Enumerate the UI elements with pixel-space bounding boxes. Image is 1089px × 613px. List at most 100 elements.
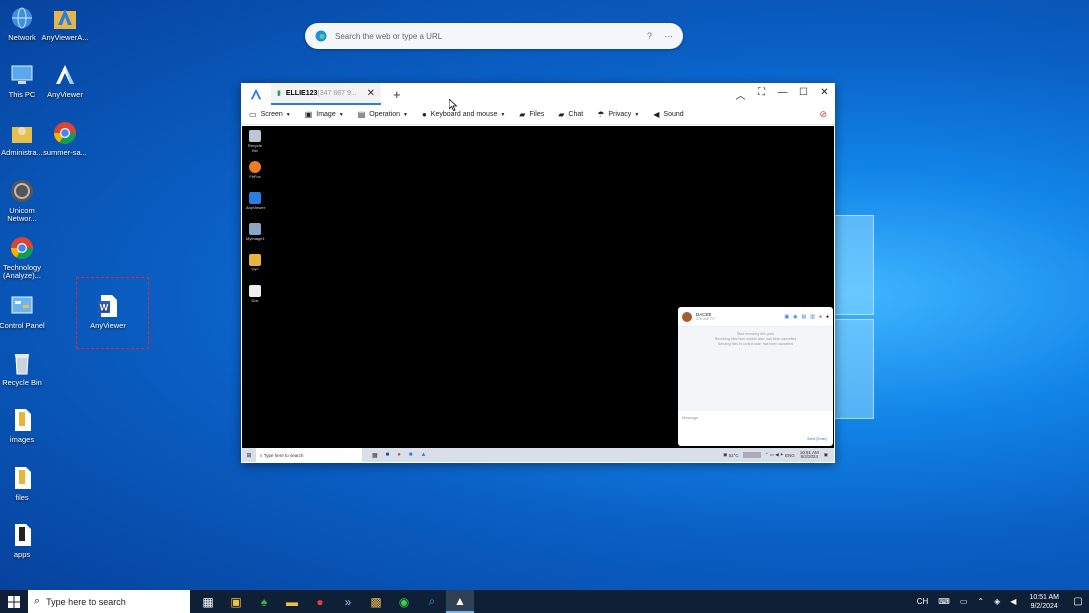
chrome-icon[interactable]: ● — [397, 452, 401, 458]
defender-button[interactable]: ♠ — [250, 590, 278, 613]
close-window-button[interactable]: ✕ — [814, 87, 835, 102]
help-icon[interactable]: ? — [647, 31, 652, 41]
desktop-icon-images[interactable]: images — [0, 407, 50, 444]
network-status-icon[interactable]: ◈ — [994, 597, 1000, 606]
browser-search-bar[interactable]: Search the web or type a URL ? ⋯ — [305, 23, 683, 49]
maximize-button[interactable]: ☐ — [793, 87, 814, 102]
volume-icon[interactable]: ◀ — [1010, 597, 1016, 606]
taskbar-search-box[interactable]: ⌕ Type here to search — [28, 590, 190, 613]
remote-icon-firefox[interactable]: FirFox — [246, 161, 264, 179]
desktop-icon-recycle-bin[interactable]: Recycle Bin — [0, 350, 50, 387]
desktop-icon-apps[interactable]: apps — [0, 522, 50, 559]
remote-icon-pp[interactable]: "PP" — [246, 254, 264, 272]
new-tab-button[interactable]: + — [393, 87, 401, 102]
language-label[interactable]: ENG — [785, 453, 795, 458]
anyviewer-logo-icon — [241, 87, 271, 101]
remote-clock[interactable]: 10:51 AM 9/2/2024 — [800, 450, 819, 459]
desktop-icon-label: apps — [13, 550, 31, 559]
desktop-icon-control-panel[interactable]: Control Panel — [0, 293, 50, 330]
desktop-icon-anyviewer-setup[interactable]: AnyViewerA... — [37, 5, 93, 42]
document-icon — [249, 285, 261, 297]
chat-message-input[interactable]: Message... — [678, 411, 833, 420]
zip-folder-icon — [249, 254, 261, 266]
clock[interactable]: 10:51 AM 9/2/2024 — [1029, 593, 1059, 611]
search-input[interactable]: Search the web or type a URL — [335, 32, 635, 41]
operation-menu[interactable]: ▤ Operation ▼ — [358, 110, 408, 119]
minimize-button[interactable]: — — [772, 87, 793, 102]
start-button[interactable] — [0, 590, 28, 613]
users-icon[interactable]: ◉ — [793, 314, 797, 320]
umbrella-icon: ☂ — [597, 110, 605, 119]
privacy-menu-label: Privacy — [608, 111, 632, 118]
desktop-icon-files[interactable]: files — [0, 465, 50, 502]
terminal-button[interactable]: » — [334, 590, 362, 613]
taskbar-search-placeholder: Type here to search — [46, 596, 126, 607]
privacy-menu[interactable]: ☂ Privacy ▼ — [597, 110, 639, 119]
chat-message: Sending files to control side: has been … — [718, 342, 793, 346]
windows-start-icon[interactable]: ⊞ — [242, 452, 256, 459]
screen-menu[interactable]: ▭ Screen ▼ — [249, 110, 291, 119]
session-id: (347 887 9... — [317, 89, 357, 97]
task-view-icon[interactable]: ▦ — [372, 452, 378, 459]
remote-desktop-view[interactable]: Recycle Bin FirFox AnyViewer MyImage1 "P… — [242, 126, 834, 462]
anyviewer-taskbar-button[interactable]: ▲ — [446, 590, 474, 613]
remote-icon-doc[interactable]: Doc — [246, 285, 264, 303]
store-icon[interactable]: ■ — [386, 452, 390, 458]
explorer-icon[interactable]: ■ — [409, 452, 413, 458]
chat-button[interactable]: ▰ Chat — [558, 110, 583, 119]
image-menu[interactable]: ▣ Image ▼ — [305, 110, 344, 119]
session-tab[interactable]: ▮ ELLIE123 (347 887 9... ✕ — [271, 83, 381, 105]
show-hidden-icons-chevron-icon[interactable]: ⌃ — [977, 597, 984, 606]
zip-folder-icon — [9, 407, 35, 433]
close-icon[interactable]: ● — [826, 314, 829, 320]
notification-center-icon[interactable]: ▢ — [1067, 596, 1089, 607]
folder-icon: ▰ — [519, 110, 526, 119]
anyviewer-icon — [249, 192, 261, 204]
fullscreen-button[interactable]: ⛶ — [751, 87, 772, 102]
screen-share-icon[interactable]: ▣ — [784, 314, 789, 320]
avatar — [682, 311, 692, 322]
windows-start-icon — [8, 595, 20, 608]
desktop-icon-label: images — [9, 435, 35, 444]
photos-button[interactable]: ▩ — [362, 590, 390, 613]
wechat-button[interactable]: ◉ — [390, 590, 418, 613]
keyboard-mouse-menu[interactable]: ● Keyboard and mouse ▼ — [422, 110, 505, 119]
operation-menu-label: Operation — [369, 111, 400, 118]
chrome-button[interactable]: ● — [306, 590, 334, 613]
file-explorer-button[interactable]: ▬ — [278, 590, 306, 613]
folder-icon[interactable]: ▤ — [801, 314, 806, 320]
collapse-toolbar-button[interactable]: ︿ — [730, 87, 751, 102]
files-button[interactable]: ▰ Files — [519, 110, 544, 119]
close-tab-icon[interactable]: ✕ — [367, 88, 375, 99]
chat-icon: ▰ — [558, 110, 565, 119]
remote-icon-recycle-bin[interactable]: Recycle Bin — [246, 130, 264, 153]
desktop-icon-anyviewer-doc[interactable]: W AnyViewer — [80, 293, 136, 330]
search-app-button[interactable]: ⌕ — [418, 590, 446, 613]
send-button[interactable]: Send (Enter) — [807, 437, 827, 441]
remote-search-box[interactable]: ⌕ Type here to search — [256, 448, 362, 462]
clipboard-icon[interactable]: ▥ — [810, 314, 815, 320]
anyviewer-toolbar: ▭ Screen ▼ ▣ Image ▼ ▤ Operation ▼ ● Keyboard a… — [241, 105, 835, 125]
mouse-cursor-icon — [449, 99, 457, 111]
store-button[interactable]: ▣ — [222, 590, 250, 613]
disconnect-icon[interactable]: ⊘ — [819, 109, 827, 120]
task-view-button[interactable]: ▦ — [194, 590, 222, 613]
tray-icons[interactable]: ⌃ ▭ ◀ ✦ — [765, 452, 785, 458]
desktop-icon-chrome-summer[interactable]: summer-sa... — [37, 120, 93, 157]
remote-icon-anyviewer[interactable]: AnyViewer — [246, 192, 265, 210]
desktop-icon-unicom[interactable]: Unicom Networ... — [0, 178, 50, 223]
desktop-icon-technology[interactable]: Technology (Analyze)... — [0, 235, 50, 280]
chevron-down-icon: ▼ — [634, 111, 640, 118]
battery-icon[interactable]: ▭ — [960, 597, 968, 606]
more-icon[interactable]: ⋯ — [664, 31, 673, 42]
recycle-bin-icon — [9, 350, 35, 376]
end-session-icon[interactable]: ● — [819, 314, 822, 320]
user-folder-icon — [9, 120, 35, 146]
keyboard-icon[interactable]: ⌨ — [938, 597, 950, 606]
notification-icon[interactable]: ▣ — [824, 452, 828, 458]
ime-label[interactable]: CH — [917, 597, 929, 606]
sound-button[interactable]: ◀ Sound — [653, 110, 683, 119]
remote-icon-myimage[interactable]: MyImage1 — [246, 223, 265, 241]
anyviewer-icon[interactable]: ▲ — [421, 452, 427, 458]
desktop-icon-anyviewer[interactable]: AnyViewer — [37, 62, 93, 99]
